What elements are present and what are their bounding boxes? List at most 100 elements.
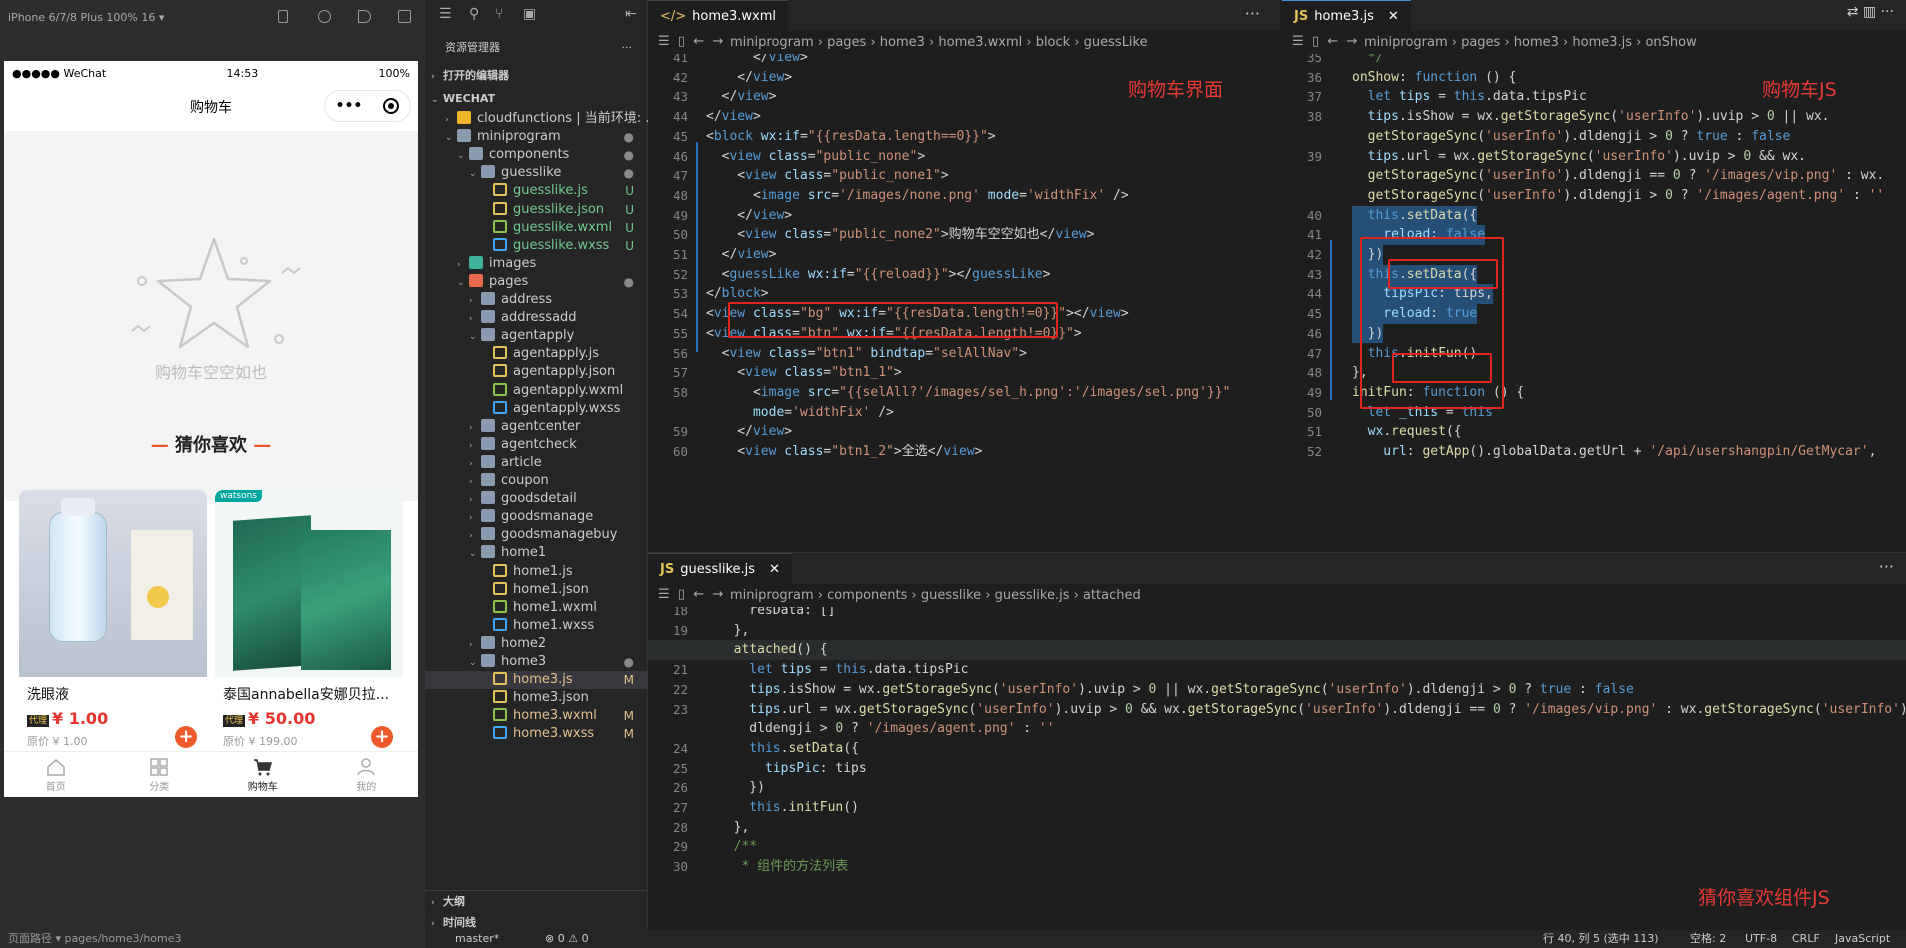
tab-home[interactable]: 首页: [4, 752, 108, 797]
tree-folder[interactable]: › goodsdetail: [425, 490, 648, 508]
tab-home3-wxml[interactable]: </> home3.wxml: [648, 0, 789, 32]
simulator-footer[interactable]: 页面路径 ▾ pages/home3/home3: [0, 930, 425, 948]
section-open-editors[interactable]: › 打开的编辑器: [425, 65, 648, 87]
wxml-file-icon: [493, 382, 507, 396]
wechat-capsule[interactable]: •••: [324, 90, 411, 122]
tree-folder[interactable]: ⌄ pages ●: [425, 273, 648, 291]
nav-icons[interactable]: ☰ ▯ ← →: [1292, 34, 1357, 49]
indent-setting[interactable]: 空格: 2: [1690, 930, 1726, 948]
tree-file[interactable]: home1.json: [425, 581, 648, 599]
folder-icon: [481, 491, 495, 505]
tree-folder[interactable]: ⌄ guesslike ●: [425, 164, 648, 182]
git-branch[interactable]: master*: [455, 930, 499, 948]
more-actions-icon[interactable]: ···: [622, 36, 633, 60]
tree-folder[interactable]: ⌄ agentapply: [425, 327, 648, 345]
tab-cart[interactable]: 购物车: [211, 752, 315, 797]
more-icon[interactable]: •••: [336, 98, 363, 114]
encoding[interactable]: UTF-8: [1745, 930, 1777, 948]
tree-folder[interactable]: › address: [425, 291, 648, 309]
line-number: 22: [672, 681, 688, 697]
chevron-icon: ⌄: [469, 658, 477, 668]
close-icon[interactable]: ✕: [769, 562, 780, 577]
simulator-panel: iPhone 6/7/8 Plus 100% 16 ▾ ●●●●● WeChat…: [0, 0, 425, 948]
device-selector[interactable]: iPhone 6/7/8 Plus 100% 16 ▾: [8, 11, 164, 24]
tree-file[interactable]: home3.js M: [425, 671, 648, 690]
tree-file[interactable]: guesslike.js U: [425, 182, 648, 200]
empty-star-icon: [131, 237, 301, 349]
breadcrumb[interactable]: miniprogram › components › guesslike › g…: [648, 585, 1906, 607]
tree-file[interactable]: home3.wxml M: [425, 707, 648, 725]
more-actions-icon[interactable]: ···: [1245, 4, 1260, 23]
tree-item-label: guesslike.wxss: [513, 237, 610, 253]
phone-icon[interactable]: [278, 10, 288, 23]
close-icon[interactable]: ✕: [1388, 9, 1399, 24]
tree-file[interactable]: agentapply.wxml: [425, 382, 648, 400]
tree-folder[interactable]: › goodsmanagebuy: [425, 526, 648, 544]
tree-folder[interactable]: ⌄ home3 ●: [425, 653, 648, 671]
folder-icon: [469, 273, 483, 287]
tree-folder[interactable]: › goodsmanage: [425, 508, 648, 526]
chevron-icon: ›: [469, 531, 473, 542]
search-icon[interactable]: ⚲: [469, 6, 479, 22]
git-status-badge: U: [625, 184, 634, 199]
line-number: 35: [1306, 54, 1322, 65]
line-number: [1282, 166, 1322, 186]
split-editor-icon[interactable]: ⇄ ▥ ···: [1847, 4, 1894, 20]
more-actions-icon[interactable]: ···: [1879, 557, 1894, 576]
tree-file[interactable]: agentapply.wxss: [425, 400, 648, 418]
tree-folder[interactable]: ⌄ components ●: [425, 146, 648, 164]
tree-file[interactable]: home1.wxml: [425, 599, 648, 617]
tree-file[interactable]: agentapply.json: [425, 363, 648, 381]
code-line: </view>: [706, 424, 793, 440]
tree-file[interactable]: guesslike.json U: [425, 201, 648, 219]
nav-icons[interactable]: ☰ ▯ ← →: [658, 587, 723, 602]
tree-folder[interactable]: › home2: [425, 635, 648, 653]
tab-guesslike-js[interactable]: JS guesslike.js ✕: [648, 553, 792, 585]
line-ending[interactable]: CRLF: [1792, 930, 1820, 948]
tree-item-label: home3.wxss: [513, 726, 595, 742]
problems-count[interactable]: ⊗ 0 ⚠ 0: [545, 930, 589, 948]
tree-folder[interactable]: › images: [425, 255, 648, 273]
wxss-file-icon: [493, 400, 507, 414]
tree-folder[interactable]: › agentcenter: [425, 418, 648, 436]
layout-icon[interactable]: ⇤: [625, 6, 637, 22]
tab-profile[interactable]: 我的: [315, 752, 419, 797]
tab-category[interactable]: 分类: [108, 752, 212, 797]
tree-folder[interactable]: ⌄ home1: [425, 544, 648, 562]
tree-file[interactable]: home3.wxss M: [425, 725, 648, 743]
code-line: <guessLike wx:if="{{reload}}"></guessLik…: [706, 266, 1051, 282]
add-to-cart-button[interactable]: +: [371, 726, 393, 748]
product-card[interactable]: watsons 泰国annabella安娜贝拉... 代理 ¥ 50.00 原价 …: [215, 490, 403, 756]
tree-file[interactable]: home1.wxss: [425, 617, 648, 635]
tree-file[interactable]: guesslike.wxml U: [425, 219, 648, 237]
tree-folder[interactable]: ⌄ miniprogram ●: [425, 128, 648, 146]
tree-file[interactable]: guesslike.wxss U: [425, 237, 648, 255]
close-target-icon[interactable]: [383, 98, 400, 114]
breadcrumb[interactable]: miniprogram › pages › home3 › home3.wxml…: [648, 32, 1280, 54]
tree-file[interactable]: home3.json: [425, 689, 648, 707]
tab-home3-js[interactable]: JS home3.js ✕: [1282, 0, 1411, 32]
section-workspace[interactable]: ⌄ WECHAT: [425, 88, 648, 110]
section-outline[interactable]: › 大纲: [425, 890, 648, 912]
code-line: wx.request({: [1352, 424, 1462, 440]
files-icon[interactable]: ☰: [439, 6, 452, 22]
tree-folder[interactable]: › article: [425, 454, 648, 472]
tree-folder[interactable]: › cloudfunctions | 当前环境: ...: [425, 110, 648, 128]
record-icon[interactable]: [318, 10, 331, 23]
breadcrumb[interactable]: miniprogram › pages › home3 › home3.js ›…: [1282, 32, 1906, 54]
nav-icons[interactable]: ☰ ▯ ← →: [658, 34, 723, 49]
extensions-icon[interactable]: ▣: [523, 6, 536, 22]
product-card[interactable]: 洗眼液 代理 ¥ 1.00 原价 ¥ 1.00 +: [19, 490, 207, 756]
tree-folder[interactable]: › addressadd: [425, 309, 648, 327]
window-icon[interactable]: [398, 10, 411, 23]
line-number: 40: [1306, 207, 1322, 223]
cursor-position[interactable]: 行 40, 列 5 (选中 113): [1543, 930, 1659, 948]
source-control-icon[interactable]: ⑂: [495, 6, 503, 22]
sound-icon[interactable]: [358, 10, 371, 23]
tree-file[interactable]: agentapply.js: [425, 345, 648, 363]
tree-folder[interactable]: › agentcheck: [425, 436, 648, 454]
tree-file[interactable]: home1.js: [425, 563, 648, 581]
language-mode[interactable]: JavaScript: [1835, 930, 1890, 948]
add-to-cart-button[interactable]: +: [175, 726, 197, 748]
tree-folder[interactable]: › coupon: [425, 472, 648, 490]
